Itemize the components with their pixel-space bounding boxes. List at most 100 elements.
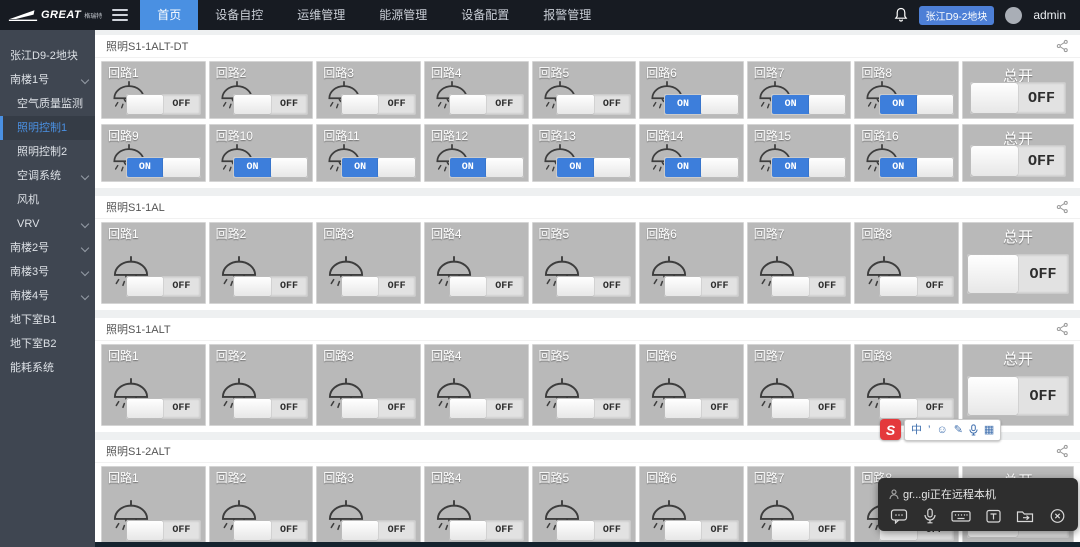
remote-actions: [889, 508, 1067, 524]
circuit-toggle[interactable]: OFF: [771, 520, 846, 541]
circuit-toggle[interactable]: OFF: [449, 520, 524, 541]
sidebar-item[interactable]: 地下室B1: [0, 308, 95, 332]
sidebar-item[interactable]: 南楼1号: [0, 68, 95, 92]
circuit-toggle[interactable]: ON: [664, 94, 739, 115]
share-icon[interactable]: [1056, 444, 1069, 458]
menu-collapse-icon[interactable]: [112, 9, 128, 21]
sidebar-item[interactable]: 南楼4号: [0, 284, 95, 308]
app-logo: GREAT 格瑞特: [0, 8, 108, 23]
ime-toolbox-icon[interactable]: ▦: [984, 425, 994, 436]
circuit-toggle[interactable]: OFF: [556, 276, 631, 297]
sidebar-item[interactable]: 风机: [0, 188, 95, 212]
nav-item[interactable]: 运维管理: [280, 0, 362, 30]
sidebar-item[interactable]: VRV: [0, 212, 95, 236]
circuit-toggle[interactable]: OFF: [556, 94, 631, 115]
circuit-toggle[interactable]: OFF: [233, 276, 308, 297]
circuit-toggle[interactable]: ON: [126, 157, 201, 178]
circuit-toggle[interactable]: OFF: [879, 276, 954, 297]
toggle-state-label: OFF: [594, 95, 631, 114]
circuit-toggle[interactable]: OFF: [449, 276, 524, 297]
circuit-toggle[interactable]: OFF: [126, 94, 201, 115]
circuit-card: 回路12 ON: [424, 124, 529, 182]
site-badge[interactable]: 张江D9-2地块: [919, 6, 995, 25]
sidebar-item[interactable]: 张江D9-2地块: [0, 44, 95, 68]
nav-item[interactable]: 首页: [140, 0, 198, 30]
circuit-toggle[interactable]: ON: [449, 157, 524, 178]
circuit-toggle[interactable]: OFF: [341, 276, 416, 297]
sidebar-item-label: VRV: [17, 218, 39, 230]
sidebar-item[interactable]: 南楼3号: [0, 260, 95, 284]
circuit-toggle[interactable]: ON: [879, 94, 954, 115]
circuit-toggle[interactable]: OFF: [879, 398, 954, 419]
master-card: 总开OFF: [962, 222, 1074, 304]
notifications-bell-icon[interactable]: [894, 7, 908, 23]
circuit-toggle[interactable]: OFF: [233, 520, 308, 541]
nav-item[interactable]: 设备自控: [198, 0, 280, 30]
circuit-toggle[interactable]: OFF: [233, 94, 308, 115]
ime-mic-icon[interactable]: [969, 424, 978, 436]
sidebar-item[interactable]: 照明控制1: [0, 116, 95, 140]
circuit-toggle[interactable]: OFF: [449, 398, 524, 419]
chevron-down-icon: [81, 220, 89, 228]
toggle-state-label: OFF: [594, 277, 631, 296]
sidebar-item[interactable]: 南楼2号: [0, 236, 95, 260]
master-toggle[interactable]: OFF: [967, 376, 1069, 416]
sidebar-item[interactable]: 空调系统: [0, 164, 95, 188]
circuit-toggle[interactable]: OFF: [664, 276, 739, 297]
circuit-toggle[interactable]: OFF: [556, 520, 631, 541]
circuit-toggle[interactable]: ON: [771, 94, 846, 115]
circuit-toggle[interactable]: ON: [556, 157, 631, 178]
share-icon[interactable]: [1056, 39, 1069, 53]
sidebar-item[interactable]: 能耗系统: [0, 356, 95, 380]
circuit-toggle[interactable]: OFF: [126, 276, 201, 297]
sidebar-item[interactable]: 照明控制2: [0, 140, 95, 164]
circuit-card: 回路15 ON: [747, 124, 852, 182]
username[interactable]: admin: [1033, 8, 1066, 22]
ime-emoji-icon[interactable]: ☺: [936, 425, 947, 436]
circuit-label: 回路6: [646, 347, 677, 364]
circuit-card: 回路3 OFF: [316, 466, 421, 547]
circuit-toggle[interactable]: OFF: [341, 398, 416, 419]
circuit-toggle[interactable]: OFF: [556, 398, 631, 419]
remote-mic-icon[interactable]: [923, 508, 937, 524]
nav-item[interactable]: 设备配置: [444, 0, 526, 30]
share-icon[interactable]: [1056, 200, 1069, 214]
toggle-state-label: OFF: [1018, 83, 1065, 113]
circuit-toggle[interactable]: OFF: [126, 520, 201, 541]
toggle-knob: [772, 277, 809, 296]
circuit-toggle[interactable]: OFF: [341, 520, 416, 541]
ime-logo-icon[interactable]: S: [880, 419, 901, 440]
remote-close-icon[interactable]: [1049, 508, 1066, 524]
circuit-toggle[interactable]: OFF: [341, 94, 416, 115]
nav-item[interactable]: 能源管理: [362, 0, 444, 30]
master-toggle[interactable]: OFF: [967, 254, 1069, 294]
remote-file-transfer-icon[interactable]: [1016, 508, 1035, 524]
ime-punctuation-icon[interactable]: ’: [928, 425, 930, 436]
remote-keyboard-icon[interactable]: [951, 508, 971, 524]
share-icon[interactable]: [1056, 322, 1069, 336]
remote-chat-icon[interactable]: [890, 508, 909, 524]
nav-item[interactable]: 报警管理: [526, 0, 608, 30]
master-toggle[interactable]: OFF: [970, 145, 1066, 177]
circuit-toggle[interactable]: OFF: [126, 398, 201, 419]
ime-chinese-mode-icon[interactable]: 中: [911, 425, 922, 436]
master-toggle[interactable]: OFF: [970, 82, 1066, 114]
toggle-state-label: ON: [450, 158, 487, 177]
circuit-toggle[interactable]: OFF: [664, 520, 739, 541]
sidebar-item[interactable]: 地下室B2: [0, 332, 95, 356]
circuit-toggle[interactable]: OFF: [771, 398, 846, 419]
circuit-card: 回路3 OFF: [316, 344, 421, 426]
circuit-toggle[interactable]: ON: [664, 157, 739, 178]
circuit-toggle[interactable]: OFF: [233, 398, 308, 419]
toggle-knob: [917, 158, 954, 177]
circuit-toggle[interactable]: OFF: [449, 94, 524, 115]
ime-handwriting-icon[interactable]: ✎: [954, 425, 963, 436]
sidebar-item[interactable]: 空气质量监测: [0, 92, 95, 116]
circuit-toggle[interactable]: ON: [879, 157, 954, 178]
circuit-toggle[interactable]: ON: [771, 157, 846, 178]
remote-text-icon[interactable]: [985, 508, 1002, 524]
circuit-toggle[interactable]: ON: [341, 157, 416, 178]
circuit-toggle[interactable]: OFF: [771, 276, 846, 297]
circuit-toggle[interactable]: OFF: [664, 398, 739, 419]
circuit-toggle[interactable]: ON: [233, 157, 308, 178]
